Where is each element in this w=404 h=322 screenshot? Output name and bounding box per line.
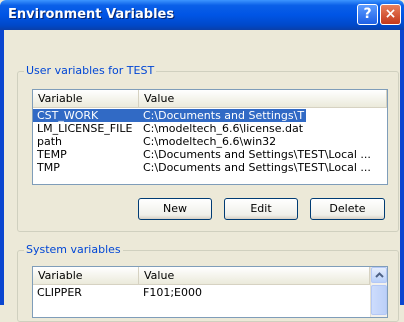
- window-title: Environment Variables: [8, 7, 175, 22]
- title-bar: Environment Variables ? ×: [0, 0, 404, 30]
- variable-value: F101;E000: [143, 286, 202, 299]
- variable-value: C:\Documents and Settings\TEST\My D...: [143, 109, 305, 122]
- new-button[interactable]: New: [138, 198, 212, 220]
- user-variables-label: User variables for TEST: [24, 64, 157, 77]
- variable-value: C:\modeltech_6.6\win32: [143, 135, 277, 148]
- user-row-temp[interactable]: TEMP C:\Documents and Settings\TEST\Loca…: [33, 148, 387, 161]
- system-row-clipper[interactable]: CLIPPER F101;E000: [33, 286, 370, 299]
- system-variables-list[interactable]: Variable Value CLIPPER F101;E000: [32, 266, 388, 318]
- user-row-tmp[interactable]: TMP C:\Documents and Settings\TEST\Local…: [33, 161, 387, 174]
- system-list-header: Variable Value: [33, 267, 370, 285]
- variable-name: CLIPPER: [37, 286, 82, 299]
- system-list-scrollbar[interactable]: [370, 267, 387, 317]
- column-header-value[interactable]: Value: [139, 90, 387, 107]
- delete-button[interactable]: Delete: [310, 198, 385, 220]
- variable-value: C:\Documents and Settings\TEST\Local ...: [143, 148, 371, 161]
- chevron-up-icon: [375, 272, 384, 278]
- variable-name: CST_WORK: [37, 109, 99, 122]
- help-icon: ?: [363, 6, 372, 22]
- variable-name: TEMP: [37, 148, 67, 161]
- scroll-up-button[interactable]: [371, 267, 387, 283]
- column-header-value[interactable]: Value: [139, 267, 370, 284]
- close-icon: ×: [384, 6, 397, 22]
- variable-name: LM_LICENSE_FILE: [37, 122, 133, 135]
- scroll-thumb[interactable]: [371, 285, 387, 315]
- edit-button[interactable]: Edit: [224, 198, 298, 220]
- user-row-path[interactable]: path C:\modeltech_6.6\win32: [33, 135, 387, 148]
- variable-name: TMP: [37, 161, 60, 174]
- window-frame-right: [400, 30, 404, 305]
- window-frame-left: [0, 30, 4, 305]
- user-row-lm-license-file[interactable]: LM_LICENSE_FILE C:\modeltech_6.6\license…: [33, 122, 387, 135]
- user-row-cst-work[interactable]: CST_WORK C:\Documents and Settings\TEST\…: [33, 109, 306, 122]
- close-button[interactable]: ×: [380, 4, 401, 25]
- column-header-variable[interactable]: Variable: [33, 267, 139, 284]
- help-button[interactable]: ?: [357, 4, 378, 25]
- variable-value: C:\modeltech_6.6\license.dat: [143, 122, 304, 135]
- user-variables-list[interactable]: Variable Value CST_WORK C:\Documents and…: [32, 89, 388, 185]
- variable-name: path: [37, 135, 63, 148]
- system-variables-label: System variables: [24, 243, 123, 256]
- column-header-variable[interactable]: Variable: [33, 90, 139, 107]
- variable-value: C:\Documents and Settings\TEST\Local ...: [143, 161, 371, 174]
- user-list-header: Variable Value: [33, 90, 387, 108]
